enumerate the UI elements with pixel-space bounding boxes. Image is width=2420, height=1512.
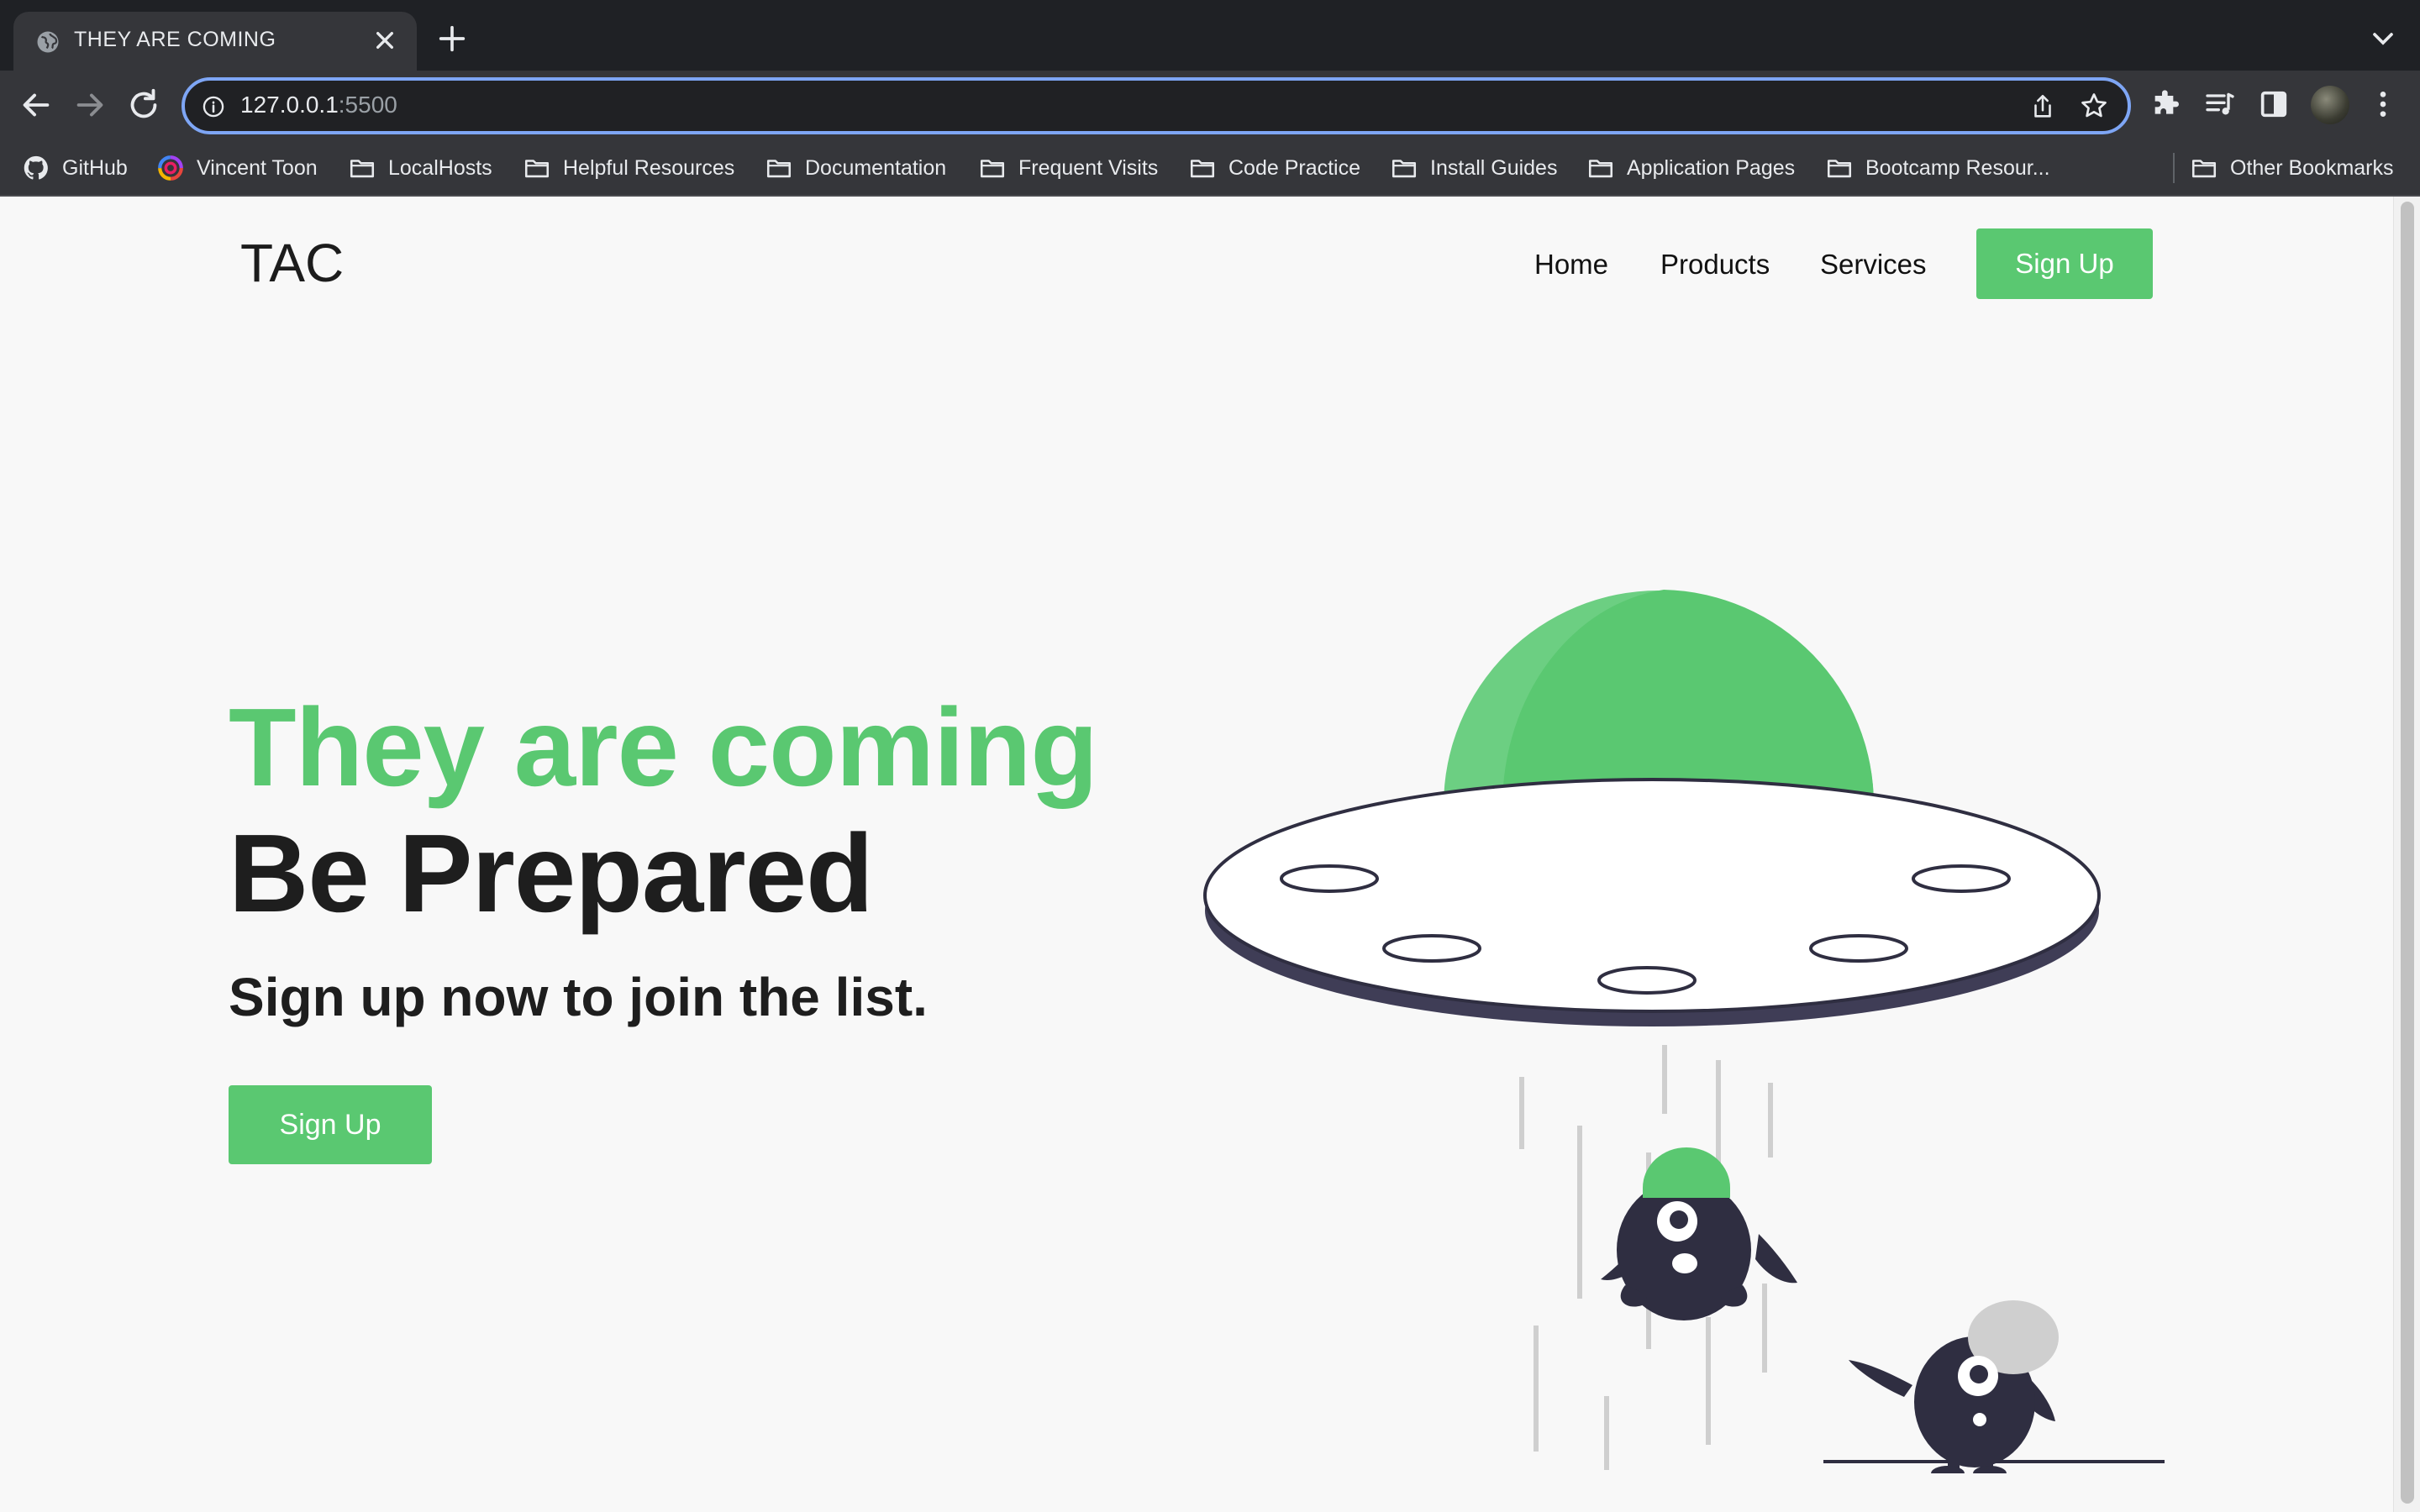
back-arrow-icon[interactable] [17, 86, 55, 124]
tab-title: THEY ARE COMING [74, 28, 276, 51]
url-port: :5500 [338, 92, 397, 118]
bookmark-label: Bootcamp Resour... [1865, 155, 2050, 180]
ufo-dome [1444, 590, 1875, 806]
bookmarks-bar: GitHub Vincent Toon LocalHosts Helpful R… [0, 139, 2420, 197]
bookmark-label: Application Pages [1627, 155, 1796, 180]
profile-avatar[interactable] [2311, 86, 2349, 124]
standing-alien [1823, 1300, 2165, 1473]
url-host: 127.0.0.1 [240, 92, 339, 118]
bookmark-folder-localhosts[interactable]: LocalHosts [348, 139, 492, 197]
bookmark-label: Install Guides [1430, 155, 1558, 180]
folder-icon [2191, 160, 2217, 178]
folder-icon [1827, 160, 1852, 178]
forward-arrow-icon[interactable] [71, 86, 109, 124]
folder-icon [1588, 160, 1613, 178]
folder-icon [1392, 160, 1417, 178]
bookmark-folder-frequent-visits[interactable]: Frequent Visits [978, 139, 1158, 197]
nav-sign-up-button[interactable]: Sign Up [1976, 228, 2153, 299]
bookmark-label: Code Practice [1228, 155, 1361, 180]
close-tab-icon[interactable] [368, 24, 402, 57]
browser-toolbar: 127.0.0.1:5500 [0, 71, 2420, 139]
colorful-swirl-icon [158, 155, 183, 181]
folder-icon [524, 160, 550, 178]
reload-icon[interactable] [124, 86, 163, 124]
chevron-down-icon[interactable] [2366, 22, 2400, 55]
bookmark-vincent-toon[interactable]: Vincent Toon [156, 139, 318, 197]
nav-link-products[interactable]: Products [1660, 249, 1770, 281]
bookmark-label: Frequent Visits [1018, 155, 1159, 180]
new-tab-icon[interactable] [435, 22, 469, 55]
bookmark-label: Documentation [805, 155, 947, 180]
github-icon [24, 155, 48, 180]
bookmark-label: Vincent Toon [197, 155, 318, 180]
side-panel-icon[interactable] [2257, 87, 2291, 121]
nav-link-services[interactable]: Services [1820, 249, 1927, 281]
address-bar[interactable]: 127.0.0.1:5500 [182, 77, 2131, 134]
ufo-abduction-illustration [1203, 590, 2165, 1473]
floating-alien [1601, 1147, 1797, 1320]
hero-headline: They are coming [229, 685, 1098, 809]
bookmark-label: Other Bookmarks [2230, 155, 2394, 180]
bookmark-label: LocalHosts [388, 155, 492, 180]
bookmark-folder-application-pages[interactable]: Application Pages [1586, 139, 1795, 197]
bookmark-folder-install-guides[interactable]: Install Guides [1390, 139, 1557, 197]
nav-link-home[interactable]: Home [1534, 249, 1608, 281]
more-menu-icon[interactable] [2366, 87, 2400, 121]
share-icon[interactable] [2028, 92, 2057, 121]
bookmark-folder-other-bookmarks[interactable]: Other Bookmarks [2190, 139, 2394, 197]
browser-tab[interactable]: THEY ARE COMING [13, 12, 417, 71]
hero-subheadline: Be Prepared [229, 811, 874, 935]
bookmark-folder-documentation[interactable]: Documentation [765, 139, 946, 197]
folder-icon [1190, 160, 1215, 178]
folder-icon [350, 160, 375, 178]
bookmark-label: GitHub [62, 155, 128, 180]
folder-icon [980, 160, 1005, 178]
page-scrollbar[interactable] [2393, 197, 2420, 1512]
bookmarks-divider [2173, 153, 2175, 183]
globe-icon [37, 31, 59, 53]
bookmark-folder-bootcamp-resources[interactable]: Bootcamp Resour... [1825, 139, 2050, 197]
bookmark-github[interactable]: GitHub [22, 139, 128, 197]
folder-icon [766, 160, 792, 178]
scrollbar-thumb[interactable] [2401, 202, 2414, 1504]
site-logo[interactable]: TAC [240, 232, 344, 294]
url-text: 127.0.0.1:5500 [240, 92, 397, 118]
bookmark-star-icon[interactable] [2079, 91, 2109, 121]
bookmark-folder-code-practice[interactable]: Code Practice [1188, 139, 1360, 197]
hero-tagline: Sign up now to join the list. [229, 967, 928, 1027]
ufo-saucer [1203, 778, 2101, 1026]
bookmark-folder-helpful-resources[interactable]: Helpful Resources [523, 139, 734, 197]
web-page: TAC Home Products Services Sign Up They … [0, 197, 2393, 1512]
bookmark-label: Helpful Resources [563, 155, 735, 180]
extensions-puzzle-icon[interactable] [2149, 87, 2183, 121]
hero-sign-up-button[interactable]: Sign Up [229, 1085, 432, 1164]
info-icon[interactable] [202, 95, 225, 118]
tab-strip: THEY ARE COMING [0, 0, 2420, 71]
media-queue-icon[interactable] [2203, 87, 2237, 121]
